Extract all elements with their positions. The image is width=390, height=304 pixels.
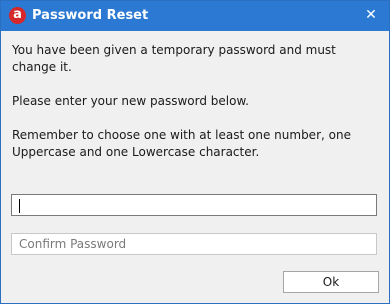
enter-password-instruction: Please enter your new password below. (12, 94, 249, 108)
confirm-password-input[interactable] (11, 233, 377, 255)
title-bar[interactable]: a Password Reset ✕ (1, 1, 389, 31)
close-icon[interactable]: ✕ (363, 7, 379, 23)
temporary-password-message: You have been given a temporary password… (12, 43, 336, 74)
ok-button[interactable]: Ok (283, 271, 379, 293)
dialog-title: Password Reset (32, 8, 149, 23)
new-password-input[interactable] (11, 194, 377, 216)
password-requirements-text: Remember to choose one with at least one… (12, 128, 351, 159)
password-reset-dialog: a Password Reset ✕ You have been given a… (0, 0, 390, 304)
text-cursor (19, 199, 20, 213)
message-area: You have been given a temporary password… (12, 42, 380, 178)
app-logo-icon: a (9, 7, 26, 24)
